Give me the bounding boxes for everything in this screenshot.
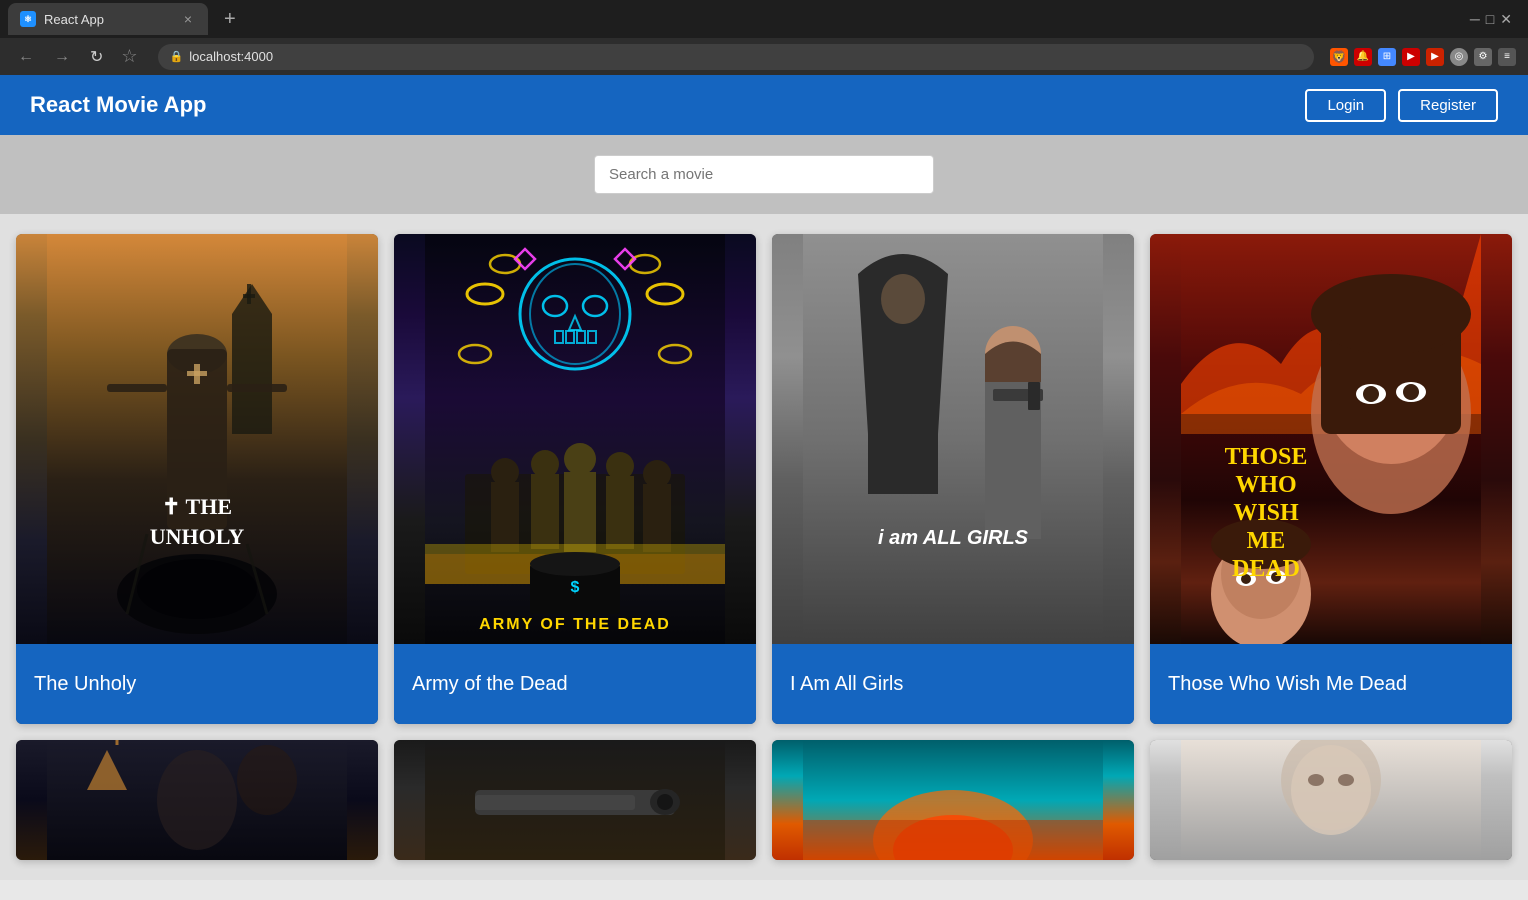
tab-favicon: ⚛	[20, 11, 36, 27]
movie-title-girls: I Am All Girls	[772, 644, 1134, 724]
movie-poster-those: THOSE WHO WISH ME DEAD	[1150, 234, 1512, 644]
ext-3-icon[interactable]: ⊞	[1378, 48, 1396, 66]
ext-4-icon[interactable]: ▶	[1402, 48, 1420, 66]
browser-chrome: ⚛ React App × + ─ □ ✕ ← → ↻ ☆ 🔒 localhos…	[0, 0, 1528, 75]
svg-text:UNHOLY: UNHOLY	[150, 524, 245, 549]
forward-button[interactable]: →	[48, 44, 76, 70]
ext-6-icon[interactable]: ◎	[1450, 48, 1468, 66]
movie-poster-row2-3	[772, 740, 1134, 860]
svg-text:i am ALL GIRLS: i am ALL GIRLS	[878, 527, 1029, 549]
maximize-button[interactable]: □	[1486, 11, 1494, 28]
ext-5-icon[interactable]: ▶	[1426, 48, 1444, 66]
login-button[interactable]: Login	[1305, 89, 1386, 122]
search-section	[0, 135, 1528, 214]
movie-card-those[interactable]: THOSE WHO WISH ME DEAD Those Who Wish Me…	[1150, 234, 1512, 724]
movie-card-army[interactable]: $ ARMY OF THE DEAD Army of the Dead	[394, 234, 756, 724]
movie-title-those: Those Who Wish Me Dead	[1150, 644, 1512, 724]
url-display: localhost:4000	[189, 49, 273, 64]
movie-grid: ✝ THE UNHOLY The Unholy	[0, 214, 1528, 880]
back-button[interactable]: ←	[12, 44, 40, 70]
close-window-button[interactable]: ✕	[1500, 11, 1512, 28]
ext-7-icon[interactable]: ⚙	[1474, 48, 1492, 66]
brave-shield-icon[interactable]: 🦁	[1330, 48, 1348, 66]
movie-poster-girls: i am ALL GIRLS	[772, 234, 1134, 644]
tab-title: React App	[44, 12, 172, 27]
svg-text:WISH: WISH	[1233, 500, 1299, 526]
svg-text:WHO: WHO	[1235, 472, 1296, 498]
movie-card-row2-2[interactable]	[394, 740, 756, 860]
movie-card-row2-3[interactable]	[772, 740, 1134, 860]
svg-text:DEAD: DEAD	[1232, 556, 1300, 582]
app-header: React Movie App Login Register	[0, 75, 1528, 135]
movie-card-girls[interactable]: i am ALL GIRLS I Am All Girls	[772, 234, 1134, 724]
movie-card-row2-4[interactable]	[1150, 740, 1512, 860]
poster-art-those: THOSE WHO WISH ME DEAD	[1150, 234, 1512, 644]
tab-bar: ⚛ React App × + ─ □ ✕	[0, 0, 1528, 38]
new-tab-button[interactable]: +	[216, 8, 244, 31]
svg-text:✝ THE: ✝ THE	[162, 494, 232, 519]
svg-text:ME: ME	[1247, 528, 1286, 554]
svg-text:THOSE: THOSE	[1225, 444, 1308, 470]
tab-close-button[interactable]: ×	[180, 9, 196, 29]
register-button[interactable]: Register	[1398, 89, 1498, 122]
svg-text:ARMY OF THE DEAD: ARMY OF THE DEAD	[479, 616, 671, 633]
poster-art-girls: i am ALL GIRLS	[772, 234, 1134, 644]
movie-poster-row2-4	[1150, 740, 1512, 860]
movie-card-unholy[interactable]: ✝ THE UNHOLY The Unholy	[16, 234, 378, 724]
movie-poster-army: $ ARMY OF THE DEAD	[394, 234, 756, 644]
poster-art-army: $ ARMY OF THE DEAD	[394, 234, 756, 644]
movie-title-army: Army of the Dead	[394, 644, 756, 724]
ext-8-icon[interactable]: ≡	[1498, 48, 1516, 66]
extensions-area: 🦁 🔔 ⊞ ▶ ▶ ◎ ⚙ ≡	[1330, 48, 1516, 66]
ext-2-icon[interactable]: 🔔	[1354, 48, 1372, 66]
minimize-button[interactable]: ─	[1470, 11, 1480, 28]
poster-art-unholy: ✝ THE UNHOLY	[16, 234, 378, 644]
movie-poster-row2-1	[16, 740, 378, 860]
header-buttons: Login Register	[1305, 89, 1498, 122]
app-title: React Movie App	[30, 92, 206, 118]
security-icon: 🔒	[170, 50, 184, 63]
search-input[interactable]	[594, 155, 934, 194]
active-tab[interactable]: ⚛ React App ×	[8, 3, 208, 35]
movie-card-row2-1[interactable]	[16, 740, 378, 860]
movie-poster-row2-2	[394, 740, 756, 860]
svg-text:$: $	[571, 579, 580, 596]
bookmark-button[interactable]: ☆	[117, 46, 141, 67]
browser-controls: ← → ↻ ☆ 🔒 localhost:4000 🦁 🔔 ⊞ ▶ ▶ ◎ ⚙ ≡	[0, 38, 1528, 75]
reload-button[interactable]: ↻	[84, 43, 109, 71]
movie-title-unholy: The Unholy	[16, 644, 378, 724]
address-bar[interactable]: 🔒 localhost:4000	[158, 44, 1314, 70]
movie-poster-unholy: ✝ THE UNHOLY	[16, 234, 378, 644]
